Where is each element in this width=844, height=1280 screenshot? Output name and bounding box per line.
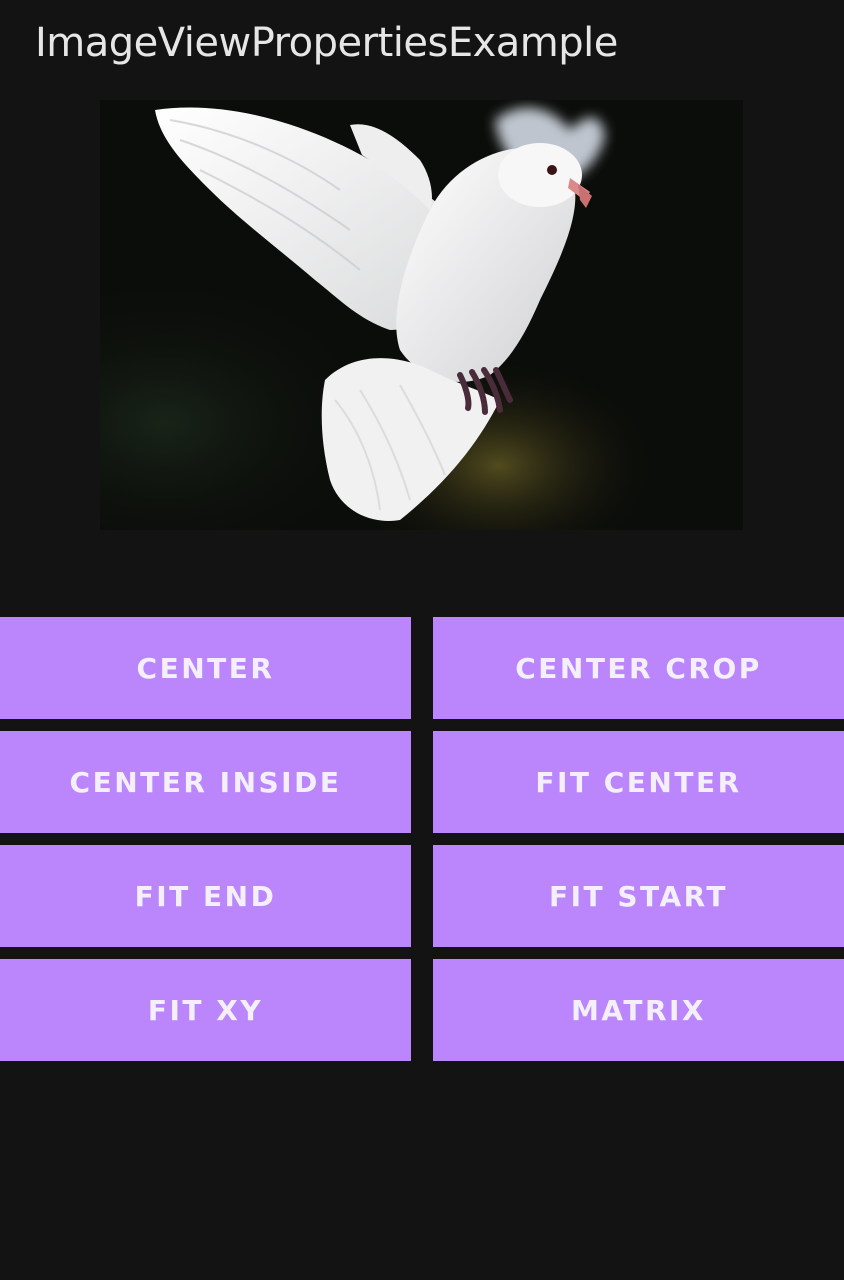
matrix-button[interactable]: MATRIX xyxy=(433,959,844,1061)
fit-start-button[interactable]: FIT START xyxy=(433,845,844,947)
fit-xy-button[interactable]: FIT XY xyxy=(0,959,411,1061)
center-button[interactable]: CENTER xyxy=(0,617,411,719)
fit-center-button[interactable]: FIT CENTER xyxy=(433,731,844,833)
app-title: ImageViewPropertiesExample xyxy=(35,20,618,66)
center-crop-button[interactable]: CENTER CROP xyxy=(433,617,844,719)
image-view xyxy=(100,100,743,530)
fit-end-button[interactable]: FIT END xyxy=(0,845,411,947)
dove-image xyxy=(100,100,743,530)
center-inside-button[interactable]: CENTER INSIDE xyxy=(0,731,411,833)
